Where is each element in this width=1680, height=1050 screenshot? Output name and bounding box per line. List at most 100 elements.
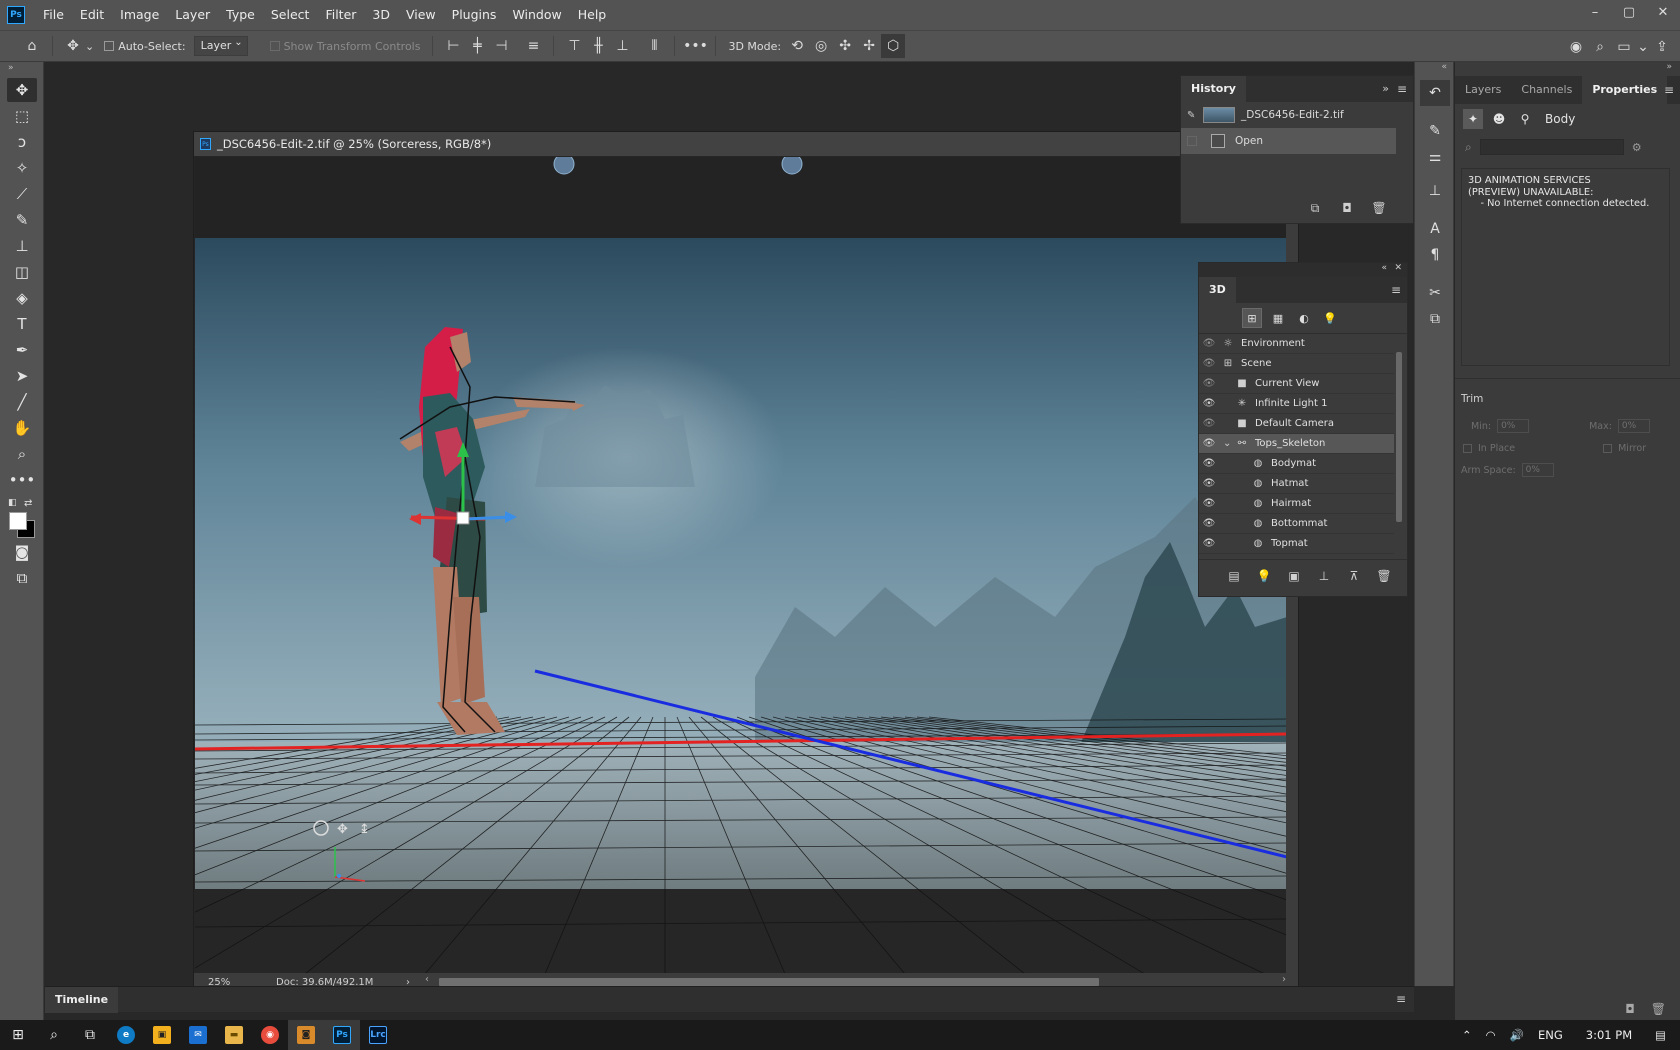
gear-icon[interactable]: ⚙ <box>1632 141 1642 154</box>
menu-layer[interactable]: Layer <box>167 0 218 30</box>
close-icon[interactable]: ✕ <box>1646 0 1680 24</box>
share-icon[interactable]: ⇪ <box>1650 35 1674 59</box>
scale-3d-icon[interactable]: ⬡ <box>881 34 906 58</box>
store-icon[interactable]: ▣ <box>144 1020 180 1050</box>
language-indicator[interactable]: ENG <box>1531 1028 1570 1042</box>
lights-filter-icon[interactable]: 💡 <box>1320 308 1340 328</box>
panel-menu-icon[interactable]: ≡ <box>1664 83 1674 97</box>
history-brush-source-checkbox[interactable] <box>1187 136 1197 146</box>
menu-image[interactable]: Image <box>112 0 167 30</box>
default-colors-icon[interactable]: ◧ <box>8 498 17 508</box>
face-mask-icon[interactable]: ☻ <box>1489 109 1509 129</box>
lightroom-classic-app-icon[interactable]: Lrc <box>360 1020 396 1050</box>
visibility-eye-icon[interactable]: 👁 <box>1199 358 1219 369</box>
tool-preset-chevron-icon[interactable]: ⌄ <box>85 40 94 53</box>
3d-list-scrollbar[interactable] <box>1395 338 1403 544</box>
eyedropper-tool-icon[interactable]: ⟋ <box>7 182 37 206</box>
scene-row[interactable]: 👁 ◍ Bottommat <box>1199 514 1394 534</box>
scene-row[interactable]: 👁 ■ Current View <box>1199 374 1394 394</box>
pen-tool-icon[interactable]: ✒ <box>7 338 37 362</box>
drop-to-ground-icon[interactable]: ⊥ <box>1313 569 1335 583</box>
scroll-left-icon[interactable]: ‹ <box>425 974 429 985</box>
libraries-panel-icon[interactable]: ⧉ <box>1420 306 1450 332</box>
scene-row[interactable]: 👁 ◍ Bodymat <box>1199 454 1394 474</box>
task-view-icon[interactable]: ⧉ <box>72 1020 108 1050</box>
light-handle-icon[interactable] <box>553 157 575 175</box>
photoshop-app-icon[interactable]: Ps <box>324 1020 360 1050</box>
workspace-icon[interactable]: ▭ <box>1612 35 1636 59</box>
collapse-panel-icon[interactable]: « <box>1381 263 1387 273</box>
volume-icon[interactable]: 🔊 <box>1503 1028 1531 1042</box>
scene-row[interactable]: 👁 ⊞ Scene <box>1199 354 1394 374</box>
tab-properties[interactable]: Properties <box>1582 76 1668 104</box>
document-tab[interactable]: Ps _DSC6456-Edit-2.tif @ 25% (Sorceress,… <box>194 132 1298 156</box>
menu-help[interactable]: Help <box>570 0 615 30</box>
foreground-color-swatch[interactable] <box>9 512 27 530</box>
align-left-icon[interactable]: ⊢ <box>441 34 465 58</box>
collapse-dock-icon[interactable]: « <box>1415 62 1453 76</box>
paint-bucket-tool-icon[interactable]: ◈ <box>7 286 37 310</box>
slide-3d-icon[interactable]: ✢ <box>857 34 881 58</box>
3d-tools-panel-icon[interactable]: ✂ <box>1420 280 1450 306</box>
max-input[interactable]: 0% <box>1617 419 1650 433</box>
menu-view[interactable]: View <box>398 0 444 30</box>
close-panel-icon[interactable]: ✕ <box>1394 263 1402 273</box>
panel-menu-icon[interactable]: ≡ <box>1397 82 1407 96</box>
network-icon[interactable]: ◠ <box>1479 1028 1503 1042</box>
tab-channels[interactable]: Channels <box>1511 76 1582 104</box>
scene-row[interactable]: 👁 ◍ Hatmat <box>1199 474 1394 494</box>
menu-select[interactable]: Select <box>263 0 318 30</box>
paragraph-panel-icon[interactable]: ¶ <box>1420 242 1450 268</box>
collapse-dock-icon[interactable]: » <box>1666 62 1672 72</box>
camera-icon[interactable]: ◘ <box>1625 1002 1635 1022</box>
workspace-chevron-icon[interactable]: ⌄ <box>1636 35 1650 59</box>
visibility-eye-icon[interactable]: 👁 <box>1199 378 1219 389</box>
line-tool-icon[interactable]: ╱ <box>7 390 37 414</box>
arm-space-input[interactable]: 0% <box>1521 463 1554 477</box>
auto-select-checkbox[interactable] <box>104 41 115 51</box>
align-right-icon[interactable]: ⊣ <box>489 34 513 58</box>
history-panel-icon[interactable]: ↶ <box>1420 80 1450 106</box>
align-top-icon[interactable]: ⊤ <box>562 34 586 58</box>
minimize-icon[interactable]: – <box>1578 0 1612 24</box>
zoom-tool-icon[interactable]: ⌕ <box>7 442 37 466</box>
visibility-eye-icon[interactable]: 👁 <box>1199 478 1219 489</box>
edit-toolbar-icon[interactable]: ••• <box>7 468 37 492</box>
more-options-icon[interactable]: ••• <box>683 34 708 58</box>
history-step[interactable]: Open <box>1181 128 1396 154</box>
body-pose-icon[interactable]: ✦ <box>1463 109 1483 129</box>
scene-row[interactable]: 👁 ■ Default Camera <box>1199 414 1394 434</box>
menu-type[interactable]: Type <box>218 0 263 30</box>
expand-chevron-icon[interactable]: ⌄ <box>1223 438 1235 449</box>
magic-wand-tool-icon[interactable]: ✧ <box>7 156 37 180</box>
min-input[interactable]: 0% <box>1497 419 1530 433</box>
document-canvas[interactable]: ✥ ↨ <box>195 157 1287 974</box>
mirror-checkbox[interactable] <box>1603 443 1613 453</box>
visibility-eye-icon[interactable]: 👁 <box>1199 418 1219 429</box>
3d-list-scroll-thumb[interactable] <box>1396 352 1402 522</box>
scene-row[interactable]: 👁 ◍ Hairmat <box>1199 494 1394 514</box>
move-tool-icon[interactable]: ✥ <box>61 34 85 58</box>
menu-plugins[interactable]: Plugins <box>444 0 505 30</box>
chrome-icon[interactable]: ◉ <box>252 1020 288 1050</box>
render-icon[interactable]: ▣ <box>1283 569 1305 583</box>
in-place-checkbox[interactable] <box>1463 443 1472 453</box>
tab-timeline[interactable]: Timeline <box>45 986 119 1013</box>
menu-file[interactable]: File <box>35 0 72 30</box>
visibility-eye-icon[interactable]: 👁 <box>1199 498 1219 509</box>
marquee-tool-icon[interactable]: ⬚ <box>7 104 37 128</box>
menu-filter[interactable]: Filter <box>317 0 364 30</box>
menu-window[interactable]: Window <box>504 0 569 30</box>
visibility-eye-icon[interactable]: 👁 <box>1199 398 1219 409</box>
eraser-tool-icon[interactable]: ◫ <box>7 260 37 284</box>
history-brush-icon[interactable]: ✎ <box>1187 110 1199 121</box>
fit-to-view-icon[interactable]: ⊼ <box>1343 569 1365 583</box>
visibility-eye-icon[interactable]: 👁 <box>1199 518 1219 529</box>
visibility-eye-icon[interactable]: 👁 <box>1199 338 1219 349</box>
quick-mask-icon[interactable]: ◙ <box>7 540 37 564</box>
scene-row[interactable]: 👁 ✳ Infinite Light 1 <box>1199 394 1394 414</box>
history-snapshot[interactable]: ✎ _DSC6456-Edit-2.tif <box>1181 102 1413 128</box>
mail-icon[interactable]: ✉ <box>180 1020 216 1050</box>
panel-menu-icon[interactable]: ≡ <box>1396 992 1406 1006</box>
notifications-icon[interactable]: ▤ <box>1639 1028 1680 1042</box>
